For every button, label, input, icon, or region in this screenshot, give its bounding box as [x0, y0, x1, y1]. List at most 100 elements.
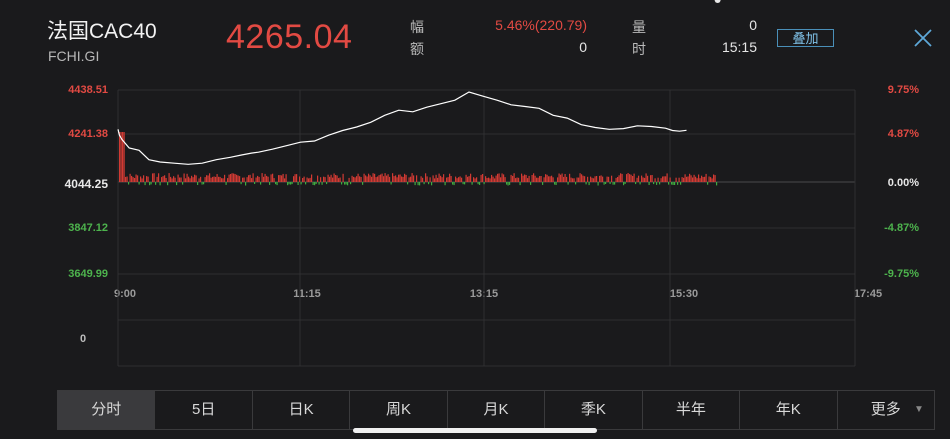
histogram-bar	[377, 176, 379, 182]
histogram-bar	[315, 182, 317, 184]
histogram-bar	[581, 174, 583, 182]
histogram-bar	[311, 174, 313, 182]
histogram-bar	[269, 182, 271, 185]
histogram-bar	[678, 177, 680, 182]
tab-5day[interactable]: 5日	[155, 391, 253, 429]
histogram-bar	[611, 175, 613, 182]
histogram-bar	[383, 176, 385, 182]
histogram-bar	[648, 182, 650, 185]
histogram-bar	[513, 173, 515, 182]
histogram-bar	[471, 182, 473, 185]
histogram-bar	[254, 182, 256, 184]
histogram-bar	[287, 182, 289, 186]
histogram-bar	[381, 173, 383, 182]
tab-label: 月K	[483, 401, 509, 418]
tab-weekly-k[interactable]: 周K	[350, 391, 448, 429]
histogram-bar	[320, 177, 322, 182]
histogram-bar	[612, 182, 614, 185]
histogram-bar	[126, 176, 128, 182]
histogram-bar	[546, 174, 548, 182]
histogram-bar	[663, 176, 665, 182]
tab-label: 5日	[191, 401, 216, 418]
histogram-bar	[392, 173, 394, 182]
histogram-bar	[203, 182, 205, 185]
tab-monthly-k[interactable]: 月K	[448, 391, 546, 429]
histogram-bar	[360, 177, 362, 182]
histogram-bar	[401, 176, 403, 182]
histogram-bar	[174, 177, 176, 182]
histogram-bar	[698, 174, 700, 182]
histogram-bar	[693, 174, 695, 182]
histogram-bar	[236, 174, 238, 182]
histogram-bar	[503, 174, 505, 182]
histogram-bar	[417, 182, 419, 186]
histogram-bar	[291, 182, 293, 185]
histogram-bar	[587, 176, 589, 182]
histogram-bar	[459, 176, 461, 182]
tab-daily-k[interactable]: 日K	[253, 391, 351, 429]
histogram-bar	[435, 174, 437, 182]
histogram-bar	[603, 182, 605, 185]
histogram-bar	[248, 175, 250, 182]
histogram-bar	[408, 177, 410, 182]
histogram-bar	[396, 177, 398, 182]
histogram-bar	[416, 175, 418, 182]
histogram-bar	[207, 175, 209, 182]
histogram-bar	[278, 175, 280, 182]
histogram-bar	[329, 176, 331, 182]
histogram-bar	[510, 174, 512, 182]
histogram-bar	[441, 177, 443, 182]
histogram-bar	[233, 173, 235, 182]
histogram-bar	[687, 176, 689, 182]
tab-half-year[interactable]: 半年	[643, 391, 741, 429]
histogram-bar	[272, 173, 274, 182]
histogram-bar	[317, 175, 319, 182]
tab-label: 季K	[580, 401, 606, 418]
histogram-bar	[380, 174, 382, 182]
histogram-bar	[552, 177, 554, 182]
home-indicator[interactable]	[353, 428, 597, 433]
histogram-bar	[450, 176, 452, 182]
histogram-bar	[705, 173, 707, 182]
histogram-bar	[684, 174, 686, 182]
histogram-bar	[372, 173, 374, 182]
histogram-bar	[710, 177, 712, 182]
histogram-bar	[149, 182, 151, 186]
histogram-bar	[222, 178, 224, 182]
histogram-bar	[618, 175, 620, 182]
histogram-bar	[455, 176, 457, 182]
tab-quarterly-k[interactable]: 季K	[545, 391, 643, 429]
histogram-bar	[201, 182, 203, 185]
histogram-bar	[630, 174, 632, 182]
tab-yearly-k[interactable]: 年K	[740, 391, 838, 429]
histogram-bar	[449, 173, 451, 182]
histogram-bar	[303, 176, 305, 182]
histogram-bar	[699, 178, 701, 182]
histogram-bar	[671, 182, 673, 185]
histogram-bar	[188, 176, 190, 182]
histogram-bar	[548, 176, 550, 182]
histogram-bar	[431, 182, 433, 186]
histogram-bar	[446, 177, 448, 182]
histogram-bar	[597, 182, 599, 186]
histogram-bar	[707, 182, 709, 185]
volume-axis-zero: 0	[80, 333, 87, 345]
tab-more[interactable]: 更多 ▼	[838, 391, 934, 429]
histogram-bar	[350, 182, 352, 185]
histogram-bar	[132, 177, 134, 182]
histogram-bar	[713, 174, 715, 182]
histogram-bar	[488, 177, 490, 182]
histogram-bar	[183, 173, 185, 182]
histogram-bar	[696, 178, 698, 182]
histogram-bar	[164, 175, 166, 182]
histogram-bar	[353, 176, 355, 182]
tab-intraday[interactable]: 分时	[58, 391, 156, 429]
histogram-bar	[189, 178, 191, 182]
histogram-bar	[179, 177, 181, 182]
histogram-bar	[390, 182, 392, 185]
histogram-bar	[536, 177, 538, 182]
histogram-bar	[711, 178, 713, 182]
histogram-bar	[498, 173, 500, 182]
histogram-bar	[230, 174, 232, 182]
histogram-bar	[180, 177, 182, 182]
